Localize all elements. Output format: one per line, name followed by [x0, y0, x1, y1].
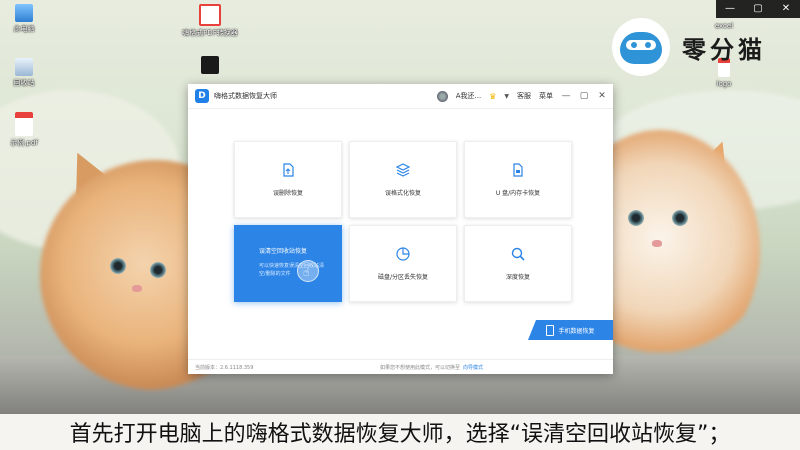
video-app-icon [201, 56, 219, 74]
service-button[interactable]: 客服 [517, 91, 531, 101]
brand-watermark: 零分猫 [612, 18, 766, 76]
vip-crown-icon: ♛ [489, 91, 497, 101]
app-titlebar[interactable]: D 嗨格式数据恢复大师 A我还... ♛ ▼ 客服 菜单 — ▢ ✕ [188, 84, 613, 109]
pdf-converter-icon [199, 4, 221, 26]
app-minimize-button[interactable]: — [561, 91, 571, 101]
menu-button[interactable]: 菜单 [539, 91, 553, 101]
desktop-icon-video-app[interactable] [180, 56, 240, 77]
chevron-down-icon[interactable]: ▼ [504, 93, 509, 100]
avatar[interactable] [436, 90, 448, 102]
card-recycle-bin-recovery[interactable]: 误清空回收站恢复 可以快速恢复误清空回收站清空/删除的文件 ☝ [234, 225, 342, 302]
file-restore-icon [283, 163, 294, 177]
kitten-eye [150, 262, 166, 278]
close-button[interactable]: ✕ [772, 0, 800, 18]
card-deep-recovery[interactable]: 深度恢复 [464, 225, 572, 302]
kitten-eye [672, 210, 688, 226]
screen-window-controls: — ▢ ✕ [716, 0, 800, 18]
kitten-eye [110, 258, 126, 274]
sd-card-icon [513, 163, 523, 177]
layers-icon [395, 163, 411, 177]
computer-icon [15, 4, 33, 22]
card-usb-sd-recovery[interactable]: U 盘/内存卡恢复 [464, 141, 572, 218]
app-title: 嗨格式数据恢复大师 [214, 92, 277, 100]
pie-chart-icon [396, 247, 410, 261]
kitten-nose [652, 240, 662, 247]
recovery-mode-grid: 误删除恢复 误格式化恢复 U 盘/内存卡恢复 误清空回收站恢复 可以快速恢复误清… [234, 141, 573, 302]
mode-hint: 如果您不想使用此模式，可以切换至 向导模式 [379, 364, 483, 371]
user-name[interactable]: A我还... [456, 91, 481, 101]
app-logo-icon: D [195, 89, 209, 103]
desktop-icon-pdf[interactable]: 示例.pdf [0, 112, 54, 148]
app-close-button[interactable]: ✕ [597, 91, 607, 101]
card-format-recovery[interactable]: 误格式化恢复 [349, 141, 457, 218]
subtitle-text: 首先打开电脑上的嗨格式数据恢复大师，选择“误清空回收站恢复”； [69, 422, 731, 447]
wizard-mode-link[interactable]: 向导模式 [463, 365, 483, 371]
kitten-nose [132, 285, 142, 292]
card-deleted-recovery[interactable]: 误删除恢复 [234, 141, 342, 218]
phone-icon [546, 324, 555, 336]
desktop-icon-computer[interactable]: 此电脑 [0, 4, 54, 34]
maximize-button[interactable]: ▢ [744, 0, 772, 18]
card-partition-recovery[interactable]: 磁盘/分区丢失恢复 [349, 225, 457, 302]
brand-name: 零分猫 [682, 35, 766, 64]
minimize-button[interactable]: — [716, 0, 744, 18]
app-maximize-button[interactable]: ▢ [579, 91, 589, 101]
video-subtitle: 首先打开电脑上的嗨格式数据恢复大师，选择“误清空回收站恢复”； [0, 414, 800, 450]
app-window: D 嗨格式数据恢复大师 A我还... ♛ ▼ 客服 菜单 — ▢ ✕ 误删除恢复 [188, 84, 613, 374]
app-statusbar: 当前版本：2.6.1118.359 如果您不想使用此模式，可以切换至 向导模式 [188, 359, 613, 374]
phone-recovery-button[interactable]: 手机数据恢复 [528, 320, 613, 340]
desktop-icon-pdf-converter[interactable]: 嗨格式PDF转换器 [180, 4, 240, 38]
recycle-bin-icon [15, 58, 33, 76]
version-text: 当前版本：2.6.1118.359 [195, 364, 254, 371]
pdf-file-icon [15, 112, 33, 136]
brand-logo-icon [612, 18, 670, 76]
search-icon [511, 247, 525, 261]
kitten-eye [628, 210, 644, 226]
hand-cursor-icon: ☝ [303, 266, 310, 279]
desktop-icon-recycle-bin[interactable]: 回收站 [0, 58, 54, 88]
